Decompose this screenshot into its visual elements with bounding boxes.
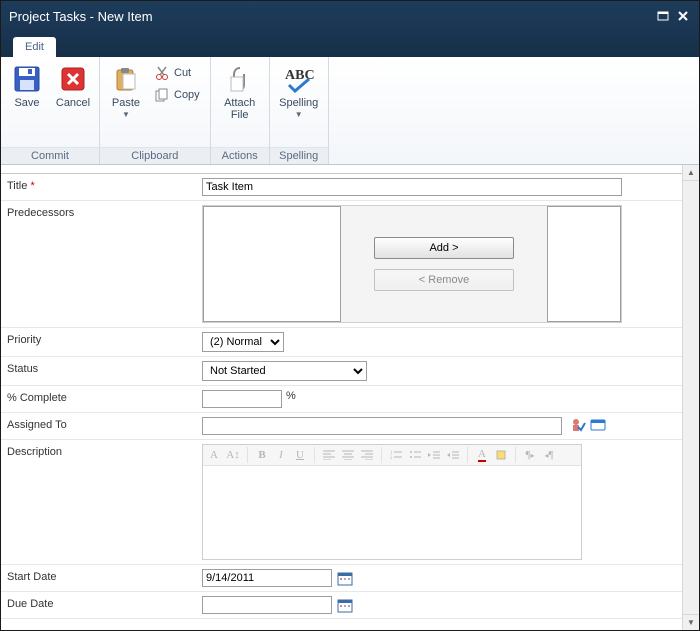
rich-text-editor: A A↕ B I U 12 <box>202 444 582 560</box>
ribbon-group-label: Commit <box>1 147 99 164</box>
copy-icon <box>154 87 170 103</box>
calendar-icon[interactable] <box>336 569 354 587</box>
chevron-down-icon: ▼ <box>122 111 130 119</box>
field-priority: Priority (2) Normal <box>1 327 682 356</box>
ribbon-tabstrip: Edit <box>1 31 699 57</box>
svg-text:ABC: ABC <box>285 68 315 83</box>
field-description: Description A A↕ B I U <box>1 439 682 564</box>
ribbon-group-label: Actions <box>211 147 269 164</box>
bold-button[interactable]: B <box>255 447 269 463</box>
font-size-button[interactable]: A↕ <box>226 447 240 463</box>
underline-button[interactable]: U <box>293 447 307 463</box>
remove-predecessor-button[interactable]: < Remove <box>374 269 514 291</box>
window-title: Project Tasks - New Item <box>9 9 655 24</box>
highlight-button[interactable] <box>494 447 508 463</box>
dialog-window: Project Tasks - New Item Edit Save <box>0 0 700 631</box>
field-predecessors: Predecessors Add > < Remove <box>1 200 682 327</box>
spelling-icon: ABC <box>283 63 315 95</box>
save-icon <box>11 63 43 95</box>
field-status: Status Not Started <box>1 356 682 385</box>
font-color-button[interactable]: A <box>475 447 489 463</box>
bulleted-list-button[interactable] <box>408 447 422 463</box>
ribbon-group-actions: Attach File Actions <box>211 57 270 164</box>
field-percent-complete: % Complete % <box>1 385 682 412</box>
ribbon-group-commit: Save Cancel Commit <box>1 57 100 164</box>
save-button[interactable]: Save <box>5 59 49 109</box>
predecessors-available-list[interactable] <box>203 206 341 322</box>
label-priority: Priority <box>7 332 202 352</box>
ribbon-group-spelling: ABC Spelling ▼ Spelling <box>270 57 329 164</box>
field-title: Title * <box>1 173 682 200</box>
cancel-icon <box>57 63 89 95</box>
browse-people-icon[interactable] <box>590 417 606 433</box>
label-title: Title <box>7 180 27 192</box>
predecessors-selected-list[interactable] <box>547 206 621 322</box>
ribbon-group-label: Spelling <box>270 147 328 164</box>
scroll-down-button[interactable]: ▼ <box>683 614 699 630</box>
align-right-button[interactable] <box>360 447 374 463</box>
title-input[interactable] <box>202 178 622 196</box>
field-due-date: Due Date <box>1 591 682 619</box>
svg-text:2: 2 <box>390 456 393 460</box>
add-predecessor-button[interactable]: Add > <box>374 237 514 259</box>
indent-button[interactable] <box>446 447 460 463</box>
attach-file-icon <box>224 63 256 95</box>
paste-button[interactable]: Paste ▼ <box>104 59 148 119</box>
cut-button[interactable]: Cut <box>150 63 204 83</box>
font-button[interactable]: A <box>207 447 221 463</box>
label-status: Status <box>7 361 202 381</box>
label-assigned-to: Assigned To <box>7 417 202 435</box>
maximize-icon[interactable] <box>655 8 671 24</box>
tab-edit[interactable]: Edit <box>13 37 56 57</box>
scroll-up-button[interactable]: ▲ <box>683 165 699 181</box>
ltr-button[interactable]: ¶▸ <box>523 447 537 463</box>
align-left-button[interactable] <box>322 447 336 463</box>
ribbon-group-clipboard: Paste ▼ Cut Copy <box>100 57 211 164</box>
priority-select[interactable]: (2) Normal <box>202 332 284 352</box>
percent-suffix: % <box>286 390 296 402</box>
paste-icon <box>110 63 142 95</box>
numbered-list-button[interactable]: 12 <box>389 447 403 463</box>
calendar-icon[interactable] <box>336 596 354 614</box>
attach-file-button[interactable]: Attach File <box>215 59 265 121</box>
align-center-button[interactable] <box>341 447 355 463</box>
label-predecessors: Predecessors <box>7 205 202 323</box>
ribbon: Save Cancel Commit Paste ▼ <box>1 57 699 165</box>
due-date-input[interactable] <box>202 596 332 614</box>
close-icon[interactable] <box>675 8 691 24</box>
field-assigned-to: Assigned To <box>1 412 682 439</box>
vertical-scrollbar[interactable]: ▲ ▼ <box>682 165 699 630</box>
check-names-icon[interactable] <box>570 417 586 433</box>
cancel-button[interactable]: Cancel <box>51 59 95 109</box>
required-indicator: * <box>30 180 34 192</box>
description-textarea[interactable] <box>203 466 581 556</box>
status-select[interactable]: Not Started <box>202 361 367 381</box>
field-start-date: Start Date <box>1 564 682 591</box>
assigned-to-input[interactable] <box>202 417 562 435</box>
cut-icon <box>154 65 170 81</box>
label-percent-complete: % Complete <box>7 390 202 408</box>
chevron-down-icon: ▼ <box>295 111 303 119</box>
form-body: Title * Predecessors Add > < Remove <box>1 165 699 630</box>
italic-button[interactable]: I <box>274 447 288 463</box>
label-start-date: Start Date <box>7 569 202 587</box>
rtl-button[interactable]: ◂¶ <box>542 447 556 463</box>
ribbon-group-label: Clipboard <box>100 147 210 164</box>
titlebar: Project Tasks - New Item <box>1 1 699 31</box>
spelling-button[interactable]: ABC Spelling ▼ <box>274 59 324 119</box>
start-date-input[interactable] <box>202 569 332 587</box>
label-due-date: Due Date <box>7 596 202 614</box>
label-description: Description <box>7 444 202 560</box>
outdent-button[interactable] <box>427 447 441 463</box>
percent-complete-input[interactable] <box>202 390 282 408</box>
rte-toolbar: A A↕ B I U 12 <box>203 445 581 466</box>
copy-button[interactable]: Copy <box>150 85 204 105</box>
